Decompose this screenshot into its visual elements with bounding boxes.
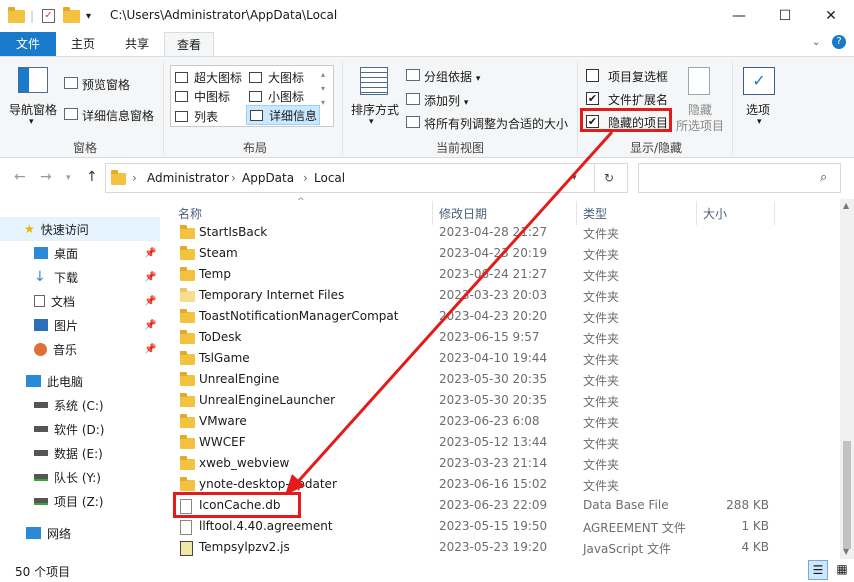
arrow-line <box>293 130 614 487</box>
annotation-arrow <box>285 130 614 495</box>
